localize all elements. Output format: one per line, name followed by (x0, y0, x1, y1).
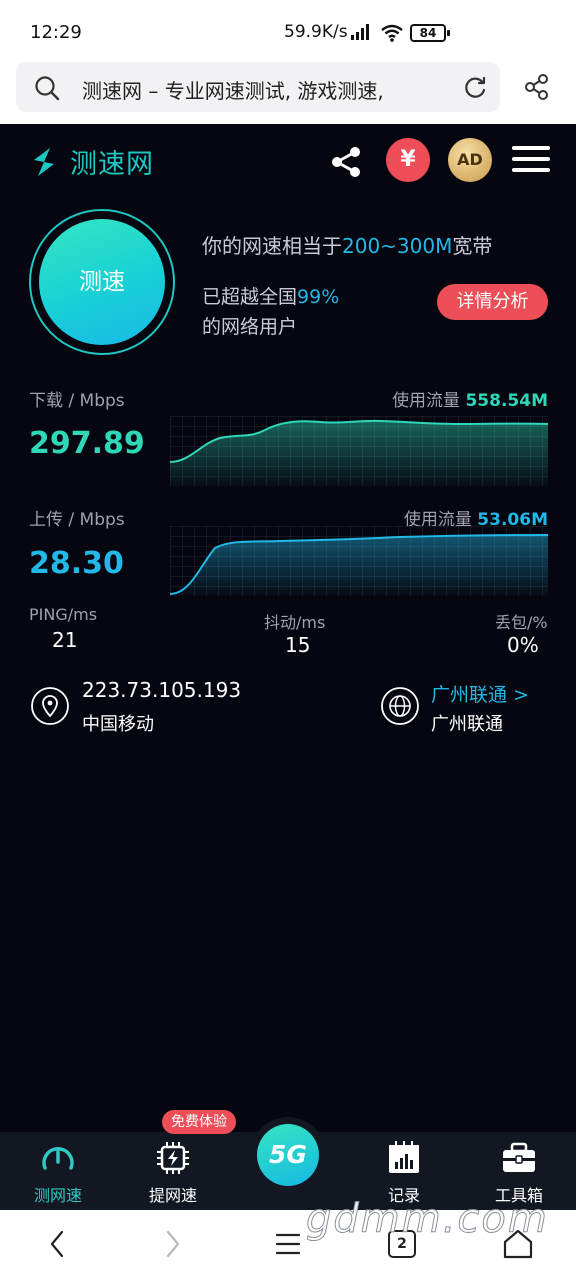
ping-value: 21 (52, 628, 78, 652)
location-pin-icon (31, 687, 69, 725)
ping-label: PING/ms (29, 605, 98, 624)
brand-logo[interactable]: 测速网 (26, 142, 154, 181)
fiveg-button[interactable]: 5G (257, 1124, 319, 1186)
fiveg-ring: 5G (250, 1117, 326, 1193)
speedtest-dial: 测速 (29, 209, 175, 355)
browser-address-bar: 测速网 – 专业网速测试, 游戏测速, (0, 62, 576, 124)
ranking-suffix: 的网络用户 (202, 316, 298, 338)
reward-button[interactable]: ¥ (386, 138, 430, 182)
forward-icon[interactable] (160, 1228, 184, 1260)
menu-icon[interactable] (274, 1228, 302, 1260)
signal-icon (351, 24, 369, 40)
logo-icon (34, 147, 54, 176)
loss-value: 0% (507, 633, 539, 657)
isp-name: 中国移动 (82, 714, 154, 735)
download-chart (170, 416, 548, 486)
download-usage: 使用流量 558.54M (392, 391, 548, 411)
brand-name: 测速网 (70, 149, 154, 180)
server-select-link[interactable]: 广州联通 > (431, 680, 529, 707)
upload-label: 上传 / Mbps (29, 510, 125, 530)
share-icon[interactable] (328, 144, 364, 180)
watermark: gdmm.com (306, 1196, 549, 1243)
upload-chart (170, 526, 548, 596)
status-bar: 12:29 59.9K/s 84 (0, 0, 576, 62)
speedometer-icon (42, 1147, 74, 1170)
chart-record-icon (389, 1141, 419, 1173)
toolbox-icon (503, 1142, 535, 1172)
network-speed: 59.9K/s (284, 22, 348, 42)
nav-label: 测网速 (33, 1186, 82, 1205)
upload-value: 28.30 (29, 546, 124, 581)
ranking-summary: 已超越全国99% (202, 286, 340, 308)
share-icon[interactable] (522, 72, 552, 102)
globe-icon (381, 687, 419, 725)
jitter-value: 15 (285, 633, 311, 657)
server-node: 广州联通 (431, 714, 503, 735)
loss-label: 丢包/% (495, 613, 548, 632)
chip-icon (157, 1142, 189, 1174)
battery-indicator: 84 (410, 24, 450, 42)
page-title: 测速网 – 专业网速测试, 游戏测速, (82, 79, 384, 103)
download-value: 297.89 (29, 426, 145, 461)
menu-icon[interactable] (512, 146, 550, 176)
nav-speedtest[interactable]: 测网速 (8, 1132, 108, 1210)
clock: 12:29 (30, 22, 82, 43)
wifi-icon (381, 24, 403, 42)
bandwidth-value: 200~300M (342, 234, 453, 258)
start-test-button[interactable]: 测速 (39, 219, 165, 345)
nav-boost[interactable]: 提网速 (123, 1132, 223, 1210)
ranking-percent: 99% (297, 286, 340, 308)
bandwidth-summary: 你的网速相当于200~300M宽带 (202, 234, 493, 258)
nav-label: 提网速 (148, 1186, 197, 1205)
search-icon (35, 76, 60, 101)
free-trial-badge: 免费体验 (162, 1110, 236, 1134)
reload-icon[interactable] (462, 74, 488, 100)
detail-analysis-button[interactable]: 详情分析 (437, 284, 548, 320)
ip-address: 223.73.105.193 (82, 678, 242, 702)
jitter-label: 抖动/ms (264, 613, 326, 632)
download-label: 下载 / Mbps (29, 391, 125, 411)
speedtest-app: 测速网 ¥ AD 测速 你的网速相当于200~300M宽带 已超越全国99% 的… (0, 124, 576, 1132)
url-field[interactable]: 测速网 – 专业网速测试, 游戏测速, (16, 62, 500, 112)
back-icon[interactable] (46, 1228, 70, 1260)
ad-free-button[interactable]: AD (448, 138, 492, 182)
